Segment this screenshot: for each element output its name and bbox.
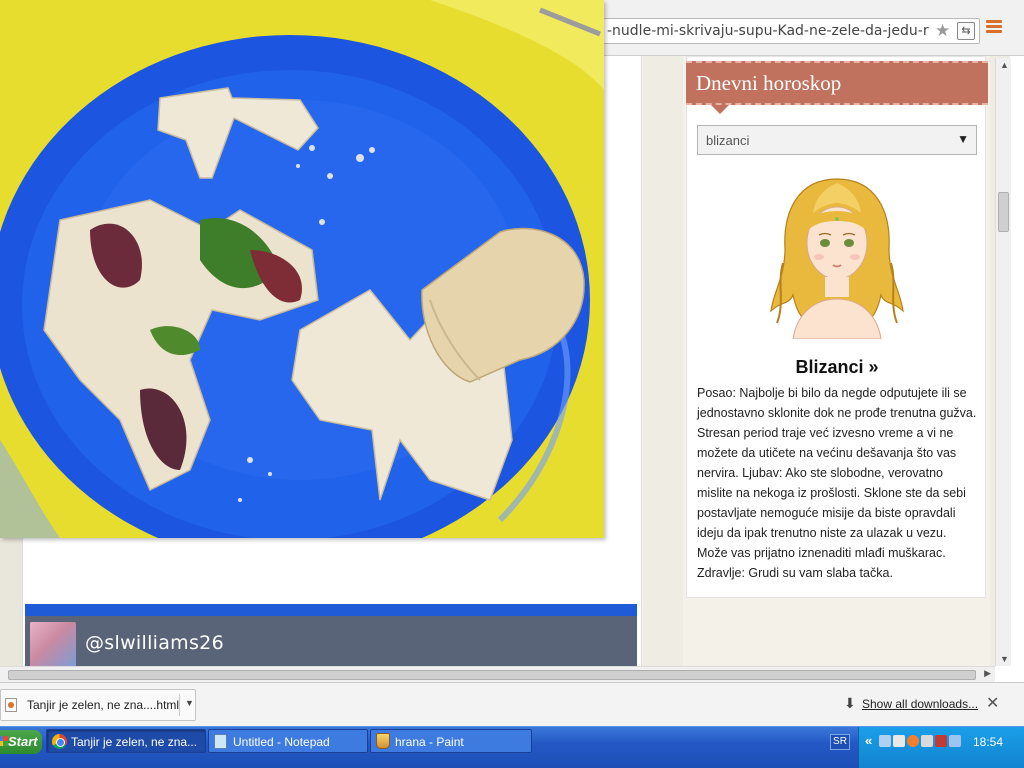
translate-icon[interactable]: ⇆ (957, 22, 975, 40)
instagram-embed-footer[interactable]: @slwilliams26 (25, 616, 637, 666)
taskbar-item-notepad[interactable]: Untitled - Notepad (208, 729, 368, 753)
scroll-right-arrow-icon[interactable]: ▶ (984, 668, 991, 679)
start-label: Start (8, 734, 38, 749)
updates-icon[interactable] (907, 735, 919, 747)
alert-icon[interactable] (935, 735, 947, 747)
url-text[interactable]: -nudle-mi-skrivaju-supu-Kad-ne-zele-da-j… (607, 23, 932, 39)
task-label: hrana - Paint (395, 735, 464, 749)
task-label: Untitled - Notepad (233, 735, 330, 749)
vertical-scrollbar[interactable]: ▲ ▼ (995, 58, 1011, 666)
monitor-icon[interactable] (949, 735, 961, 747)
taskbar-item-chrome[interactable]: Tanjir je zelen, ne zna... (46, 729, 206, 753)
gemini-portrait (770, 178, 904, 339)
html-file-icon (5, 698, 17, 712)
show-hidden-icons-icon[interactable]: « (865, 733, 872, 748)
scroll-up-arrow-icon[interactable]: ▲ (1000, 60, 1009, 70)
horizontal-scrollbar[interactable]: ▶ (0, 666, 995, 682)
vertical-scroll-thumb[interactable] (998, 192, 1009, 232)
horoscope-text: Posao: Najbolje bi bilo da negde odputuj… (697, 386, 977, 580)
widget-title: Dnevni horoskop (696, 71, 842, 95)
close-icon[interactable]: ✕ (986, 693, 999, 713)
instagram-username[interactable]: @slwilliams26 (85, 632, 224, 654)
display-icon[interactable] (921, 735, 933, 747)
network-icon[interactable] (879, 735, 891, 747)
scroll-down-arrow-icon[interactable]: ▼ (1000, 654, 1009, 664)
chrome-icon (52, 734, 67, 749)
download-item-divider (179, 694, 180, 716)
system-tray: « 18:54 (858, 727, 1024, 768)
sign-heading-link[interactable]: Blizanci » (687, 357, 987, 378)
chevron-down-icon[interactable]: ▼ (185, 698, 194, 708)
avatar[interactable] (30, 622, 76, 666)
horizontal-scroll-thumb[interactable] (8, 670, 976, 680)
food-photo (0, 0, 604, 538)
download-item[interactable]: Tanjir je zelen, ne zna....html ▼ (0, 689, 196, 721)
widget-header: Dnevni horoskop (686, 61, 988, 105)
taskbar-item-paint[interactable]: hrana - Paint (370, 729, 532, 753)
download-arrow-icon: ⬇ (844, 695, 856, 711)
desktop-screen: -nudle-mi-skrivaju-supu-Kad-ne-zele-da-j… (0, 0, 1024, 768)
task-label: Tanjir je zelen, ne zna... (71, 735, 198, 749)
address-bar[interactable]: -nudle-mi-skrivaju-supu-Kad-ne-zele-da-j… (600, 18, 980, 44)
paint-icon (376, 733, 390, 749)
windows-flag-icon (0, 736, 8, 746)
zodiac-select-value: blizanci (706, 133, 750, 148)
show-all-downloads-link[interactable]: Show all downloads... (862, 697, 978, 711)
browser-menu-icon[interactable] (986, 20, 1002, 34)
notepad-icon (214, 734, 227, 749)
horoscope-widget: Dnevni horoskop blizanci ▼ Blizanci » Po… (686, 56, 988, 598)
bookmark-star-icon[interactable]: ★ (935, 21, 950, 41)
dropdown-arrow-icon: ▼ (957, 132, 969, 146)
zodiac-select[interactable]: blizanci ▼ (697, 125, 977, 155)
tray-icons (879, 735, 967, 749)
sidebar-gutter (643, 56, 683, 666)
download-file-name[interactable]: Tanjir je zelen, ne zna....html (27, 698, 179, 712)
download-shelf: Tanjir je zelen, ne zna....html ▼ ⬇ Show… (0, 682, 1024, 726)
header-notch (711, 105, 729, 114)
security-icon[interactable] (893, 735, 905, 747)
start-button[interactable]: Start (0, 730, 42, 754)
taskbar-clock[interactable]: 18:54 (973, 735, 1003, 749)
taskbar: Start Tanjir je zelen, ne zna... Untitle… (0, 726, 1024, 768)
language-indicator[interactable]: SR (830, 734, 850, 750)
